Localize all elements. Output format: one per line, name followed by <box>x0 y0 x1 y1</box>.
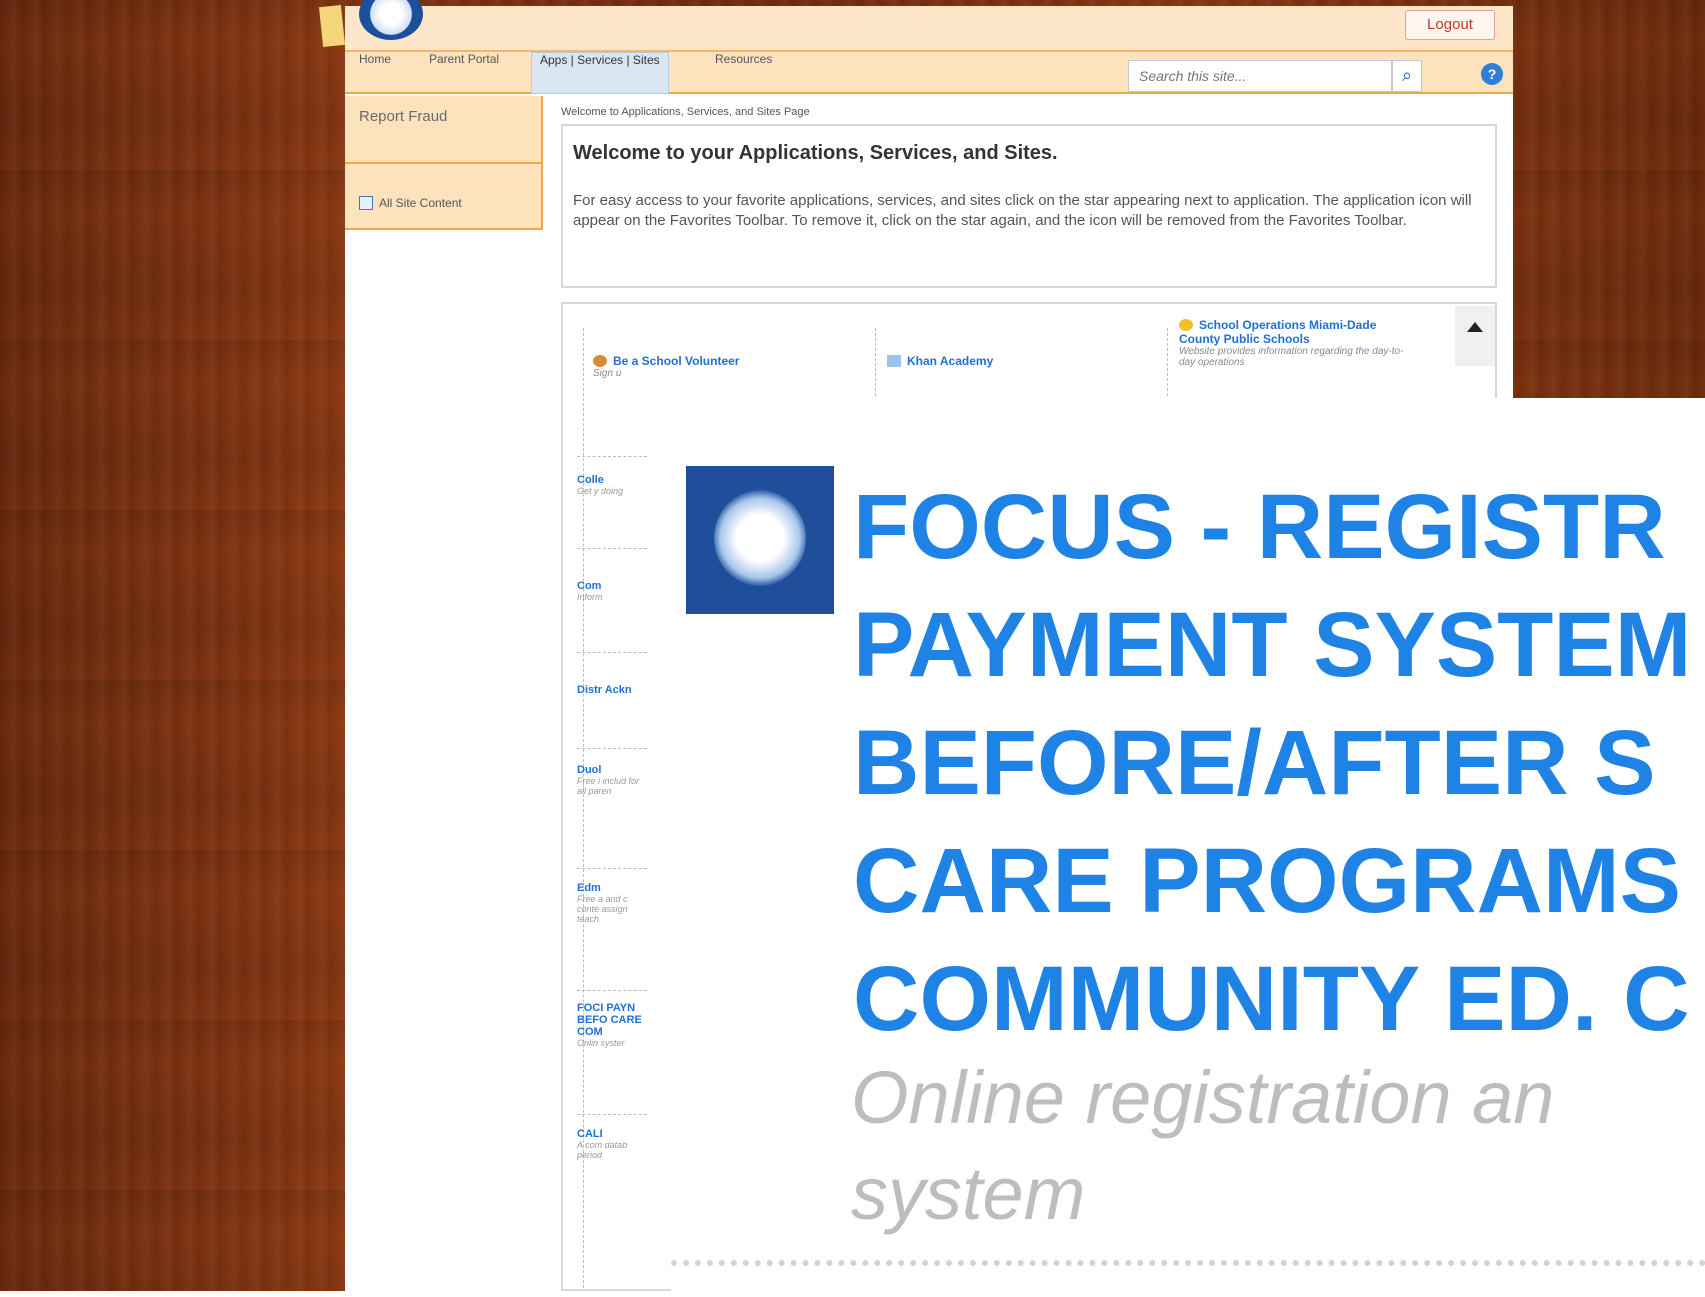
row-separator <box>577 548 647 549</box>
description-line: system <box>851 1152 1086 1235</box>
app-row[interactable]: FOCI PAYN BEFO CARE COM Onlin syster <box>577 1002 647 1048</box>
title-line: FOCUS - REGISTR <box>853 476 1666 578</box>
scrollbar[interactable] <box>1455 306 1495 366</box>
title-line: BEFORE/AFTER S <box>853 712 1656 814</box>
search-icon[interactable]: ⌕ <box>1392 60 1422 92</box>
breadcrumb: Welcome to Applications, Services, and S… <box>561 106 810 118</box>
district-seal-icon <box>714 490 806 586</box>
sticky-note <box>318 4 346 48</box>
row-title: Edm <box>577 882 601 894</box>
left-nav-divider <box>345 162 543 164</box>
title-line: CARE PROGRAMS <box>853 830 1682 932</box>
search-input[interactable] <box>1128 60 1392 92</box>
app-title: Be a School Volunteer <box>613 354 740 368</box>
app-row[interactable]: Duol Free i includ for all paren <box>577 764 647 796</box>
district-logo <box>359 0 423 40</box>
welcome-title: Welcome to your Applications, Services, … <box>573 142 1058 164</box>
row-title: FOCI PAYN BEFO CARE COM <box>577 1002 642 1038</box>
app-description: Sign u <box>593 368 622 379</box>
app-row[interactable]: Distr Ackn <box>577 684 647 696</box>
khan-academy-icon <box>887 355 901 367</box>
report-fraud-link[interactable]: Report Fraud <box>359 108 447 125</box>
application-rows: Colle Get y doing Com Inform Distr Ackn … <box>577 456 657 1286</box>
row-separator <box>577 990 647 991</box>
document-icon <box>359 196 373 210</box>
welcome-text: For easy access to your favorite applica… <box>573 192 1472 229</box>
row-description: Free i includ for all paren <box>577 776 640 796</box>
row-description: Free a and c conte assign teach <box>577 894 628 924</box>
welcome-panel: Welcome to your Applications, Services, … <box>561 124 1497 288</box>
row-title: Com <box>577 580 602 592</box>
all-site-content-link[interactable]: All Site Content <box>359 196 462 210</box>
description-line: Online registration an <box>851 1056 1555 1139</box>
scroll-up-icon[interactable] <box>1467 322 1483 332</box>
focus-app-title[interactable]: FOCUS - REGISTR PAYMENT SYSTEM BEFORE/AF… <box>853 468 1705 1058</box>
browser-viewport: Logout Home Parent Portal Apps | Service… <box>13 0 1705 1297</box>
app-tile-be-a-school-volunteer[interactable]: Be a School Volunteer Sign u <box>593 354 739 379</box>
app-row[interactable]: Com Inform <box>577 580 647 602</box>
row-title: Distr Ackn <box>577 684 632 696</box>
left-navigation: Report Fraud All Site Content <box>345 96 543 230</box>
nav-apps-services-sites[interactable]: Apps | Services | Sites <box>531 52 669 94</box>
row-separator <box>577 652 647 653</box>
row-title: CALI <box>577 1128 603 1140</box>
row-separator <box>577 748 647 749</box>
app-row[interactable]: Colle Get y doing <box>577 474 647 496</box>
row-title: Colle <box>577 474 604 486</box>
nav-resources[interactable]: Resources <box>715 52 772 94</box>
row-separator <box>577 1114 647 1115</box>
focus-app-description: Online registration an system <box>851 1050 1705 1242</box>
row-description: Get y doing <box>577 486 624 496</box>
logout-button[interactable]: Logout <box>1405 10 1495 40</box>
row-description: Onlin syster <box>577 1038 625 1048</box>
help-icon[interactable]: ? <box>1481 63 1503 85</box>
app-title: School Operations Miami-Dade County Publ… <box>1179 318 1377 346</box>
app-row[interactable]: Edm Free a and c conte assign teach <box>577 882 647 924</box>
row-title: Duol <box>577 764 602 776</box>
row-separator <box>577 868 647 869</box>
title-line: COMMUNITY ED. C <box>853 948 1690 1050</box>
app-tile-khan-academy[interactable]: Khan Academy <box>887 354 993 368</box>
row-description: Inform <box>577 592 603 602</box>
all-site-content-label: All Site Content <box>379 196 462 210</box>
row-separator <box>577 456 647 457</box>
focus-app-icon <box>686 466 834 614</box>
app-title: Khan Academy <box>907 354 994 368</box>
school-operations-icon <box>1179 319 1193 331</box>
tile-separator <box>671 1260 1705 1266</box>
header-bar: Logout <box>318 0 1513 52</box>
title-line: PAYMENT SYSTEM <box>853 594 1692 696</box>
nav-parent-portal[interactable]: Parent Portal <box>429 52 499 94</box>
nav-home[interactable]: Home <box>359 52 391 94</box>
app-description: Website provides information regarding t… <box>1179 346 1404 368</box>
volunteer-icon <box>593 355 607 367</box>
app-row[interactable]: CALI A com datab period <box>577 1128 647 1160</box>
row-description: A com datab period <box>577 1140 628 1160</box>
app-tile-school-operations[interactable]: School Operations Miami-Dade County Publ… <box>1179 318 1415 368</box>
